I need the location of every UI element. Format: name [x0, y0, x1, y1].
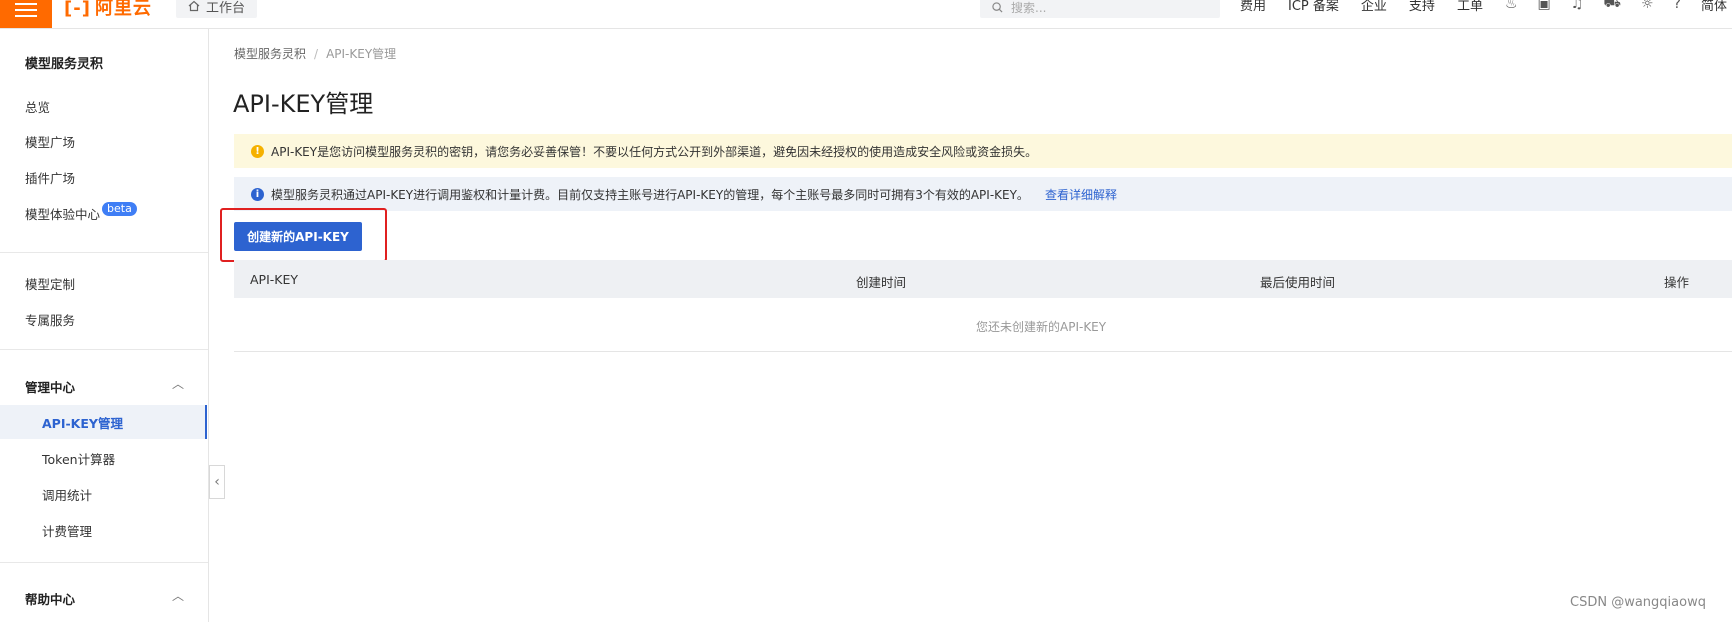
robot-icon[interactable]: ♨ — [1505, 0, 1518, 12]
sidebar-item-plugin-square[interactable]: 插件广场 — [25, 168, 75, 187]
language-switch[interactable]: 简体 — [1701, 0, 1727, 14]
sidebar-divider — [0, 562, 208, 563]
sidebar-collapse-handle[interactable]: ‹ — [209, 465, 225, 499]
sidebar-group-help[interactable]: 帮助中心 — [25, 589, 75, 608]
watermark: CSDN @wangqiaowq — [1570, 595, 1706, 610]
top-navigation-bar: [-] 阿里云 工作台 搜索... 费用 ICP 备案 企业 支持 工单 ♨ ▣ … — [0, 0, 1732, 29]
chevron-up-icon[interactable]: ︿ — [172, 587, 184, 604]
sidebar-item-call-statistics[interactable]: 调用统计 — [42, 485, 92, 504]
sidebar-item-billing[interactable]: 计费管理 — [42, 521, 92, 540]
create-api-key-button[interactable]: 创建新的API-KEY — [234, 222, 362, 251]
chevron-left-icon: ‹ — [214, 474, 220, 490]
info-text: 模型服务灵积通过API-KEY进行调用鉴权和计量计费。目前仅支持主账号进行API… — [271, 187, 1029, 202]
info-alert: i 模型服务灵积通过API-KEY进行调用鉴权和计量计费。目前仅支持主账号进行A… — [234, 177, 1732, 211]
sidebar-item-dedicated-service[interactable]: 专属服务 — [25, 310, 75, 329]
nav-billing[interactable]: 费用 — [1240, 0, 1266, 14]
aliyun-logo[interactable]: [-] 阿里云 — [64, 0, 152, 20]
nav-icp[interactable]: ICP 备案 — [1288, 0, 1339, 14]
menu-icon[interactable] — [0, 0, 52, 28]
sidebar-item-api-key[interactable]: API-KEY管理 — [0, 405, 207, 439]
column-header-last-used-time: 最后使用时间 — [1260, 275, 1336, 290]
breadcrumb: 模型服务灵积 / API-KEY管理 — [234, 45, 396, 62]
nav-ticket[interactable]: 工单 — [1457, 0, 1483, 14]
table-empty-state: 您还未创建新的API-KEY — [234, 299, 1732, 352]
workbench-button[interactable]: 工作台 — [176, 0, 258, 18]
sidebar-title: 模型服务灵积 — [25, 57, 104, 72]
sidebar-item-label: API-KEY管理 — [42, 416, 123, 431]
workbench-label: 工作台 — [206, 0, 246, 16]
page-title: API-KEY管理 — [233, 90, 374, 118]
sidebar-divider — [0, 349, 208, 350]
column-header-api-key: API-KEY — [250, 272, 299, 287]
help-icon[interactable]: ? — [1674, 0, 1681, 12]
sidebar-divider — [0, 252, 208, 253]
sidebar-item-token-calculator[interactable]: Token计算器 — [42, 449, 115, 468]
warning-text: API-KEY是您访问模型服务灵积的密钥，请您务必妥善保管！不要以任何方式公开到… — [271, 144, 1038, 159]
sidebar-item-model-customize[interactable]: 模型定制 — [25, 274, 75, 293]
warning-icon: ! — [251, 144, 264, 158]
table-header: API-KEY 创建时间 最后使用时间 操作 — [234, 260, 1732, 298]
terminal-icon[interactable]: ▣ — [1538, 0, 1551, 12]
search-icon — [992, 1, 1003, 13]
view-details-link[interactable]: 查看详细解释 — [1045, 186, 1117, 203]
sidebar-item-label: 模型体验中心 — [25, 207, 101, 222]
nav-support[interactable]: 支持 — [1409, 0, 1435, 14]
warning-alert: ! API-KEY是您访问模型服务灵积的密钥，请您务必妥善保管！不要以任何方式公… — [234, 134, 1732, 168]
info-icon: i — [251, 187, 264, 201]
search-placeholder: 搜索... — [1011, 0, 1047, 15]
chevron-up-icon[interactable]: ︿ — [172, 375, 184, 392]
column-header-actions: 操作 — [1664, 275, 1690, 290]
lightbulb-icon[interactable]: ☼ — [1641, 0, 1654, 12]
logo-bracket-icon: [-] — [64, 0, 91, 19]
top-nav-links: 费用 ICP 备案 企业 支持 工单 ♨ ▣ ♫ ⛟ ☼ ? 简体 — [1240, 0, 1732, 14]
sidebar-item-model-square[interactable]: 模型广场 — [25, 132, 75, 151]
search-input[interactable]: 搜索... — [980, 0, 1220, 18]
home-icon — [188, 0, 200, 12]
sidebar: 模型服务灵积 总览 模型广场 插件广场 模型体验中心 beta 模型定制 专属服务… — [0, 29, 209, 622]
sidebar-group-management[interactable]: 管理中心 — [25, 377, 75, 396]
column-header-created-time: 创建时间 — [856, 275, 907, 290]
breadcrumb-root[interactable]: 模型服务灵积 — [234, 47, 306, 61]
cart-icon[interactable]: ⛟ — [1603, 0, 1621, 13]
bell-icon[interactable]: ♫ — [1571, 0, 1584, 12]
empty-text: 您还未创建新的API-KEY — [976, 320, 1107, 334]
breadcrumb-separator: / — [314, 47, 319, 61]
logo-text: 阿里云 — [94, 0, 152, 19]
sidebar-item-overview[interactable]: 总览 — [25, 97, 50, 116]
beta-badge: beta — [102, 202, 137, 216]
sidebar-item-model-experience[interactable]: 模型体验中心 beta — [25, 202, 137, 223]
nav-enterprise[interactable]: 企业 — [1361, 0, 1387, 14]
breadcrumb-current: API-KEY管理 — [326, 47, 397, 61]
